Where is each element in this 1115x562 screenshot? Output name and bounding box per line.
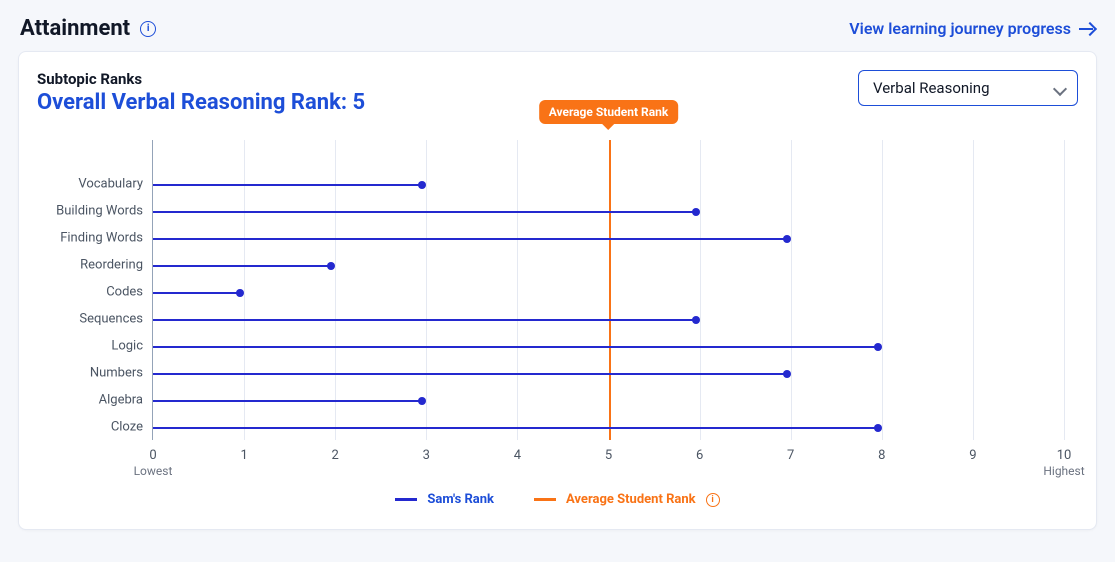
x-tick: 6 bbox=[696, 448, 703, 463]
x-label-highest: Highest bbox=[1043, 464, 1084, 478]
y-axis-label: Vocabulary bbox=[78, 176, 153, 191]
chart-plot: 0Lowest12345678910HighestAverage Student… bbox=[152, 140, 1064, 440]
y-axis-label: Finding Words bbox=[60, 230, 153, 245]
chart-bar bbox=[153, 427, 882, 429]
legend-swatch-blue bbox=[395, 498, 417, 501]
grid-line bbox=[426, 140, 427, 440]
bar-line bbox=[153, 373, 787, 375]
grid-line bbox=[791, 140, 792, 440]
legend-sams-rank: Sam's Rank bbox=[395, 492, 494, 507]
view-learning-journey-link[interactable]: View learning journey progress bbox=[849, 19, 1095, 38]
bar-line bbox=[153, 319, 696, 321]
grid-line bbox=[1064, 140, 1065, 440]
selector-value: Verbal Reasoning bbox=[873, 79, 990, 97]
x-tick: 7 bbox=[787, 448, 794, 463]
bar-line bbox=[153, 184, 422, 186]
chart-container: 0Lowest12345678910HighestAverage Student… bbox=[37, 140, 1078, 440]
arrow-right-icon bbox=[1079, 23, 1095, 35]
bar-line bbox=[153, 238, 787, 240]
x-label-lowest: Lowest bbox=[134, 464, 173, 478]
average-badge: Average Student Rank bbox=[539, 100, 679, 124]
x-tick: 8 bbox=[878, 448, 885, 463]
y-axis-label: Sequences bbox=[79, 311, 153, 326]
y-axis-label: Reordering bbox=[80, 257, 153, 272]
bar-endpoint-dot bbox=[418, 397, 426, 405]
info-icon[interactable]: i bbox=[706, 493, 720, 507]
legend-average-rank: Average Student Rank i bbox=[534, 492, 720, 507]
bar-line bbox=[153, 211, 696, 213]
chart-bar bbox=[153, 265, 335, 267]
x-tick: 3 bbox=[423, 448, 430, 463]
subject-selector[interactable]: Verbal Reasoning bbox=[858, 70, 1078, 106]
card-titles: Subtopic Ranks Overall Verbal Reasoning … bbox=[37, 70, 365, 116]
legend-swatch-orange bbox=[534, 498, 556, 501]
bar-line bbox=[153, 292, 240, 294]
view-link-text: View learning journey progress bbox=[849, 19, 1071, 38]
bar-endpoint-dot bbox=[874, 424, 882, 432]
x-tick: 5 bbox=[605, 448, 612, 463]
x-tick: 4 bbox=[514, 448, 521, 463]
bar-line bbox=[153, 400, 422, 402]
grid-line bbox=[882, 140, 883, 440]
title-wrap: Attainment i bbox=[20, 16, 156, 41]
x-tick: 10 bbox=[1057, 448, 1072, 463]
attainment-card: Subtopic Ranks Overall Verbal Reasoning … bbox=[18, 51, 1097, 530]
chart-bar bbox=[153, 373, 791, 375]
bar-endpoint-dot bbox=[783, 370, 791, 378]
x-tick: 2 bbox=[332, 448, 339, 463]
y-axis-label: Codes bbox=[106, 284, 153, 299]
average-reference-line bbox=[609, 140, 611, 440]
y-axis-label: Algebra bbox=[99, 392, 153, 407]
legend-sams-label: Sam's Rank bbox=[427, 492, 494, 507]
chart-bar bbox=[153, 211, 700, 213]
bar-endpoint-dot bbox=[783, 235, 791, 243]
info-icon[interactable]: i bbox=[140, 21, 156, 37]
page-title: Attainment bbox=[20, 16, 130, 41]
bar-line bbox=[153, 346, 878, 348]
overall-rank-title: Overall Verbal Reasoning Rank: 5 bbox=[37, 90, 365, 116]
bar-endpoint-dot bbox=[692, 316, 700, 324]
grid-line bbox=[973, 140, 974, 440]
x-tick: 9 bbox=[969, 448, 976, 463]
bar-endpoint-dot bbox=[692, 208, 700, 216]
chart-bar bbox=[153, 292, 244, 294]
chart-legend: Sam's Rank Average Student Rank i bbox=[37, 492, 1078, 507]
bar-line bbox=[153, 427, 878, 429]
chart-bar bbox=[153, 238, 791, 240]
y-axis-label: Numbers bbox=[90, 365, 153, 380]
header-row: Attainment i View learning journey progr… bbox=[18, 16, 1097, 41]
chevron-down-icon bbox=[1053, 82, 1067, 96]
chart-bar bbox=[153, 400, 426, 402]
chart-bar bbox=[153, 346, 882, 348]
chart-bar bbox=[153, 184, 426, 186]
legend-avg-label: Average Student Rank bbox=[566, 492, 696, 507]
bar-line bbox=[153, 265, 331, 267]
y-axis-label: Logic bbox=[111, 338, 153, 353]
bar-endpoint-dot bbox=[327, 262, 335, 270]
chart-bar bbox=[153, 319, 700, 321]
y-axis-label: Cloze bbox=[111, 419, 153, 434]
bar-endpoint-dot bbox=[418, 181, 426, 189]
bar-endpoint-dot bbox=[874, 343, 882, 351]
y-axis-label: Building Words bbox=[56, 203, 153, 218]
grid-line bbox=[517, 140, 518, 440]
x-tick: 0 bbox=[149, 448, 156, 463]
bar-endpoint-dot bbox=[236, 289, 244, 297]
x-tick: 1 bbox=[240, 448, 247, 463]
subtopic-ranks-label: Subtopic Ranks bbox=[37, 70, 365, 88]
grid-line bbox=[700, 140, 701, 440]
